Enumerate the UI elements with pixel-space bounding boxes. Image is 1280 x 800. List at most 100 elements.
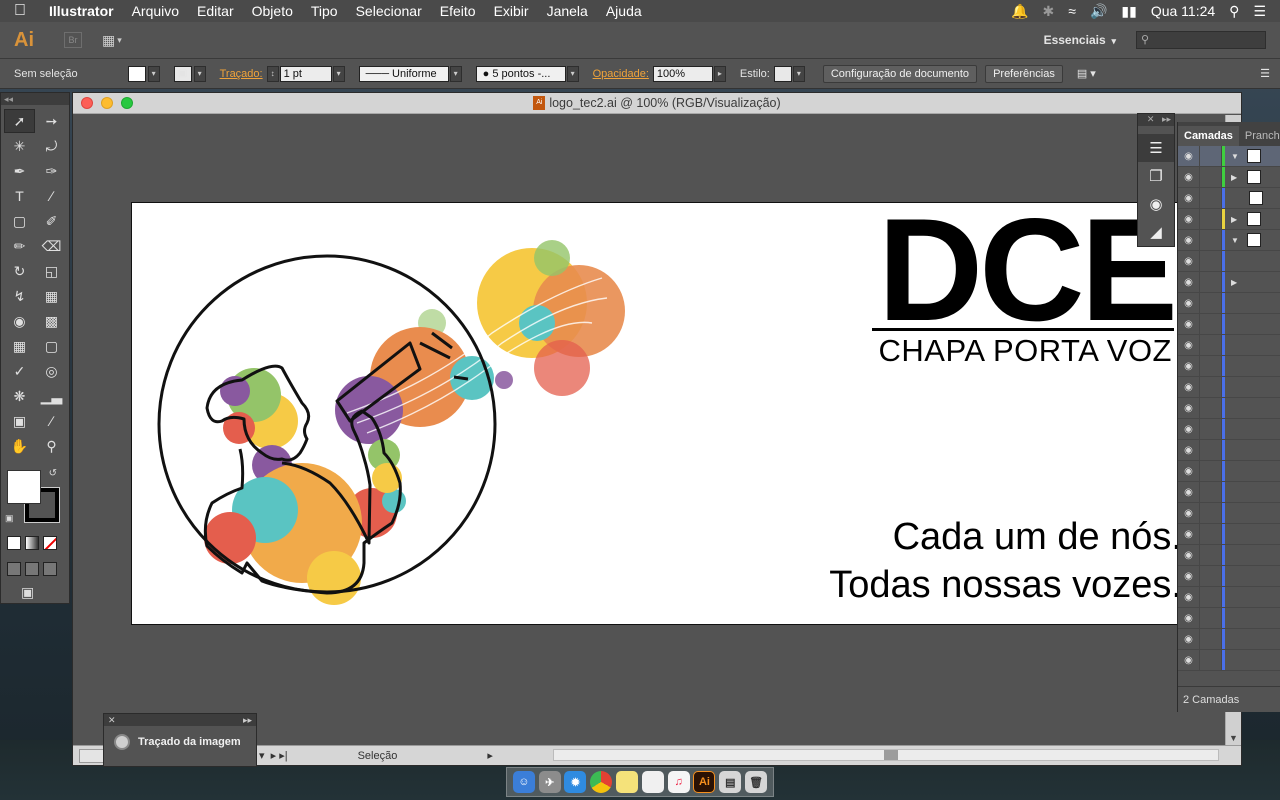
icon-strip-header[interactable]: ✕ ▸▸ (1138, 114, 1174, 126)
stroke-color-control[interactable]: ▣ ▾ (173, 65, 206, 82)
artboards-panel-icon[interactable]: ❐ (1138, 162, 1174, 190)
visibility-eye-icon[interactable]: ◉ (1178, 146, 1200, 166)
lock-toggle[interactable] (1200, 146, 1222, 166)
menu-tipo[interactable]: Tipo (302, 3, 347, 19)
status-text[interactable]: Seleção (358, 750, 398, 762)
menu-arquivo[interactable]: Arquivo (123, 3, 188, 19)
eraser-tool-icon[interactable]: ⌫ (36, 234, 67, 258)
lock-toggle[interactable] (1200, 545, 1222, 565)
rotate-tool-icon[interactable]: ↻ (4, 259, 35, 283)
gradient-panel-icon[interactable]: ◢ (1138, 218, 1174, 246)
width-tool-icon[interactable]: ↯ (4, 284, 35, 308)
headline-dce[interactable]: DCE (878, 203, 1178, 343)
visibility-eye-icon[interactable]: ◉ (1178, 230, 1200, 250)
layer-row[interactable]: ◉ (1178, 188, 1280, 209)
layer-row[interactable]: ◉ (1178, 482, 1280, 503)
notification-center-icon[interactable]: ☰ (1253, 3, 1266, 20)
stepper-icon[interactable]: ↕ (266, 65, 279, 82)
visibility-eye-icon[interactable]: ◉ (1178, 566, 1200, 586)
layer-row[interactable]: ◉ (1178, 356, 1280, 377)
layer-row[interactable]: ◉ (1178, 566, 1280, 587)
bluetooth-icon[interactable]: ✱ (1043, 3, 1055, 20)
none-mode-icon[interactable] (43, 536, 57, 550)
help-search-input[interactable]: ⚲ (1136, 31, 1266, 49)
lock-toggle[interactable] (1200, 398, 1222, 418)
visibility-eye-icon[interactable]: ◉ (1178, 356, 1200, 376)
image-trace-item[interactable]: Traçado da imagem (104, 726, 256, 758)
visibility-eye-icon[interactable]: ◉ (1178, 251, 1200, 271)
pencil-tool-icon[interactable]: ✏ (4, 234, 35, 258)
launchpad-icon[interactable]: ✈ (538, 771, 561, 793)
direct-selection-tool-icon[interactable]: ➙ (36, 109, 67, 133)
lock-toggle[interactable] (1200, 251, 1222, 271)
safari-icon[interactable]: ✹ (564, 771, 587, 793)
mesh-tool-icon[interactable]: ▦ (4, 334, 35, 358)
apple-menu-icon[interactable]:  (0, 2, 40, 20)
lock-toggle[interactable] (1200, 566, 1222, 586)
notes-icon[interactable] (616, 771, 639, 793)
default-colors-icon[interactable]: ▣ (5, 513, 14, 524)
column-graph-tool-icon[interactable]: ▁▃ (36, 384, 67, 408)
chevron-down-icon[interactable]: ▾ (332, 65, 345, 82)
lock-toggle[interactable] (1200, 335, 1222, 355)
visibility-eye-icon[interactable]: ◉ (1178, 293, 1200, 313)
logo-illustration[interactable] (132, 203, 632, 625)
battery-icon[interactable]: ▮▮ (1121, 3, 1136, 20)
notification-bell-icon[interactable]: 🔔 (1011, 3, 1028, 20)
lock-toggle[interactable] (1200, 524, 1222, 544)
artboard-nav-icon[interactable]: ▾ ▸ ▸| (259, 749, 288, 762)
layer-row[interactable]: ◉ (1178, 398, 1280, 419)
zoom-tool-icon[interactable]: ⚲ (36, 434, 67, 458)
bridge-button[interactable]: Br (64, 32, 82, 48)
opacity-field[interactable]: 100% ▸ (652, 65, 726, 82)
menu-selecionar[interactable]: Selecionar (347, 3, 431, 19)
visibility-eye-icon[interactable]: ◉ (1178, 482, 1200, 502)
lock-toggle[interactable] (1200, 167, 1222, 187)
close-icon[interactable]: ✕ (108, 714, 116, 726)
scale-tool-icon[interactable]: ◱ (36, 259, 67, 283)
stroke-weight-field[interactable]: ↕ 1 pt ▾ (266, 65, 345, 82)
graphic-style-control[interactable]: ▾ (773, 65, 805, 82)
color-mode-icon[interactable] (7, 536, 21, 550)
eyedropper-tool-icon[interactable]: ✓ (4, 359, 35, 383)
tab-camadas[interactable]: Camadas (1178, 126, 1239, 146)
menu-exibir[interactable]: Exibir (485, 3, 538, 19)
chrome-icon[interactable] (590, 771, 613, 793)
lock-toggle[interactable] (1200, 440, 1222, 460)
slogan-line-1[interactable]: Cada um de nós. (893, 516, 1182, 559)
perspective-grid-tool-icon[interactable]: ▩ (36, 309, 67, 333)
tools-panel-header[interactable]: ◂◂ (1, 93, 69, 105)
layers-panel-icon[interactable]: ☰ (1138, 134, 1174, 162)
menu-editar[interactable]: Editar (188, 3, 243, 19)
pen-tool-icon[interactable]: ✒ (4, 159, 35, 183)
lock-toggle[interactable] (1200, 482, 1222, 502)
lock-toggle[interactable] (1200, 650, 1222, 670)
lock-toggle[interactable] (1200, 188, 1222, 208)
fill-color-box[interactable] (7, 470, 41, 504)
style-swatch[interactable] (773, 65, 792, 82)
lock-toggle[interactable] (1200, 272, 1222, 292)
lock-toggle[interactable] (1200, 293, 1222, 313)
visibility-eye-icon[interactable]: ◉ (1178, 503, 1200, 523)
line-tool-icon[interactable]: ∕ (36, 184, 67, 208)
layer-row[interactable]: ◉ (1178, 419, 1280, 440)
chevron-down-icon[interactable]: ▾ (147, 65, 160, 82)
layer-row[interactable]: ◉ (1178, 314, 1280, 335)
layer-row[interactable]: ◉ (1178, 440, 1280, 461)
expand-right-icon[interactable]: ▶ (1231, 278, 1243, 287)
visibility-eye-icon[interactable]: ◉ (1178, 167, 1200, 187)
tab-pranchetas[interactable]: Pranchetas (1239, 126, 1280, 146)
expand-right-icon[interactable]: ▶ (1231, 173, 1243, 182)
lock-toggle[interactable] (1200, 377, 1222, 397)
visibility-eye-icon[interactable]: ◉ (1178, 209, 1200, 229)
hand-tool-icon[interactable]: ✋ (4, 434, 35, 458)
chevron-right-icon[interactable]: ▸ (713, 65, 726, 82)
screen-mode-icon[interactable]: ▣ (1, 582, 69, 603)
lock-toggle[interactable] (1200, 356, 1222, 376)
stroke-weight-label[interactable]: Traçado: (220, 68, 263, 80)
visibility-eye-icon[interactable]: ◉ (1178, 650, 1200, 670)
brush-definition[interactable]: ● 5 pontos -... ▾ (475, 65, 579, 82)
lock-toggle[interactable] (1200, 587, 1222, 607)
visibility-eye-icon[interactable]: ◉ (1178, 629, 1200, 649)
layer-row[interactable]: ◉ (1178, 608, 1280, 629)
